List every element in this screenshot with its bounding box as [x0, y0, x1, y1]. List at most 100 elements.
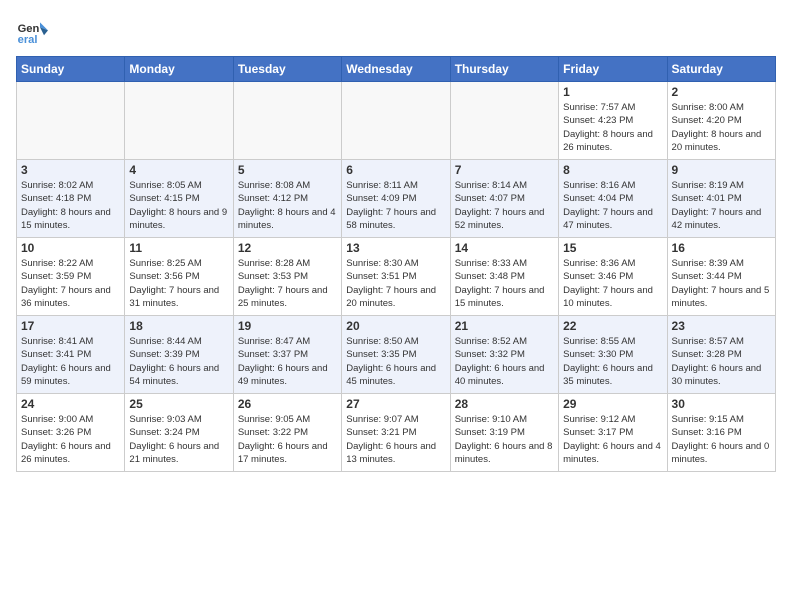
day-detail: Sunrise: 8:00 AM Sunset: 4:20 PM Dayligh… — [672, 101, 771, 154]
logo: Gen eral — [16, 16, 52, 48]
calendar-cell: 9Sunrise: 8:19 AM Sunset: 4:01 PM Daylig… — [667, 160, 775, 238]
day-detail: Sunrise: 8:36 AM Sunset: 3:46 PM Dayligh… — [563, 257, 662, 310]
calendar-cell: 12 Sunrise: 8:28 AM Sunset: 3:53 PM Dayli… — [233, 238, 341, 316]
calendar-body: 1 Sunrise: 7:57 AM Sunset: 4:23 PM Daylig… — [17, 82, 776, 472]
calendar-cell: 14 Sunrise: 8:33 AM Sunset: 3:48 PM Dayli… — [450, 238, 558, 316]
calendar-cell: 17 Sunrise: 8:41 AM Sunset: 3:41 PM Dayli… — [17, 316, 125, 394]
calendar-cell: 30 Sunrise: 9:15 AM Sunset: 3:16 PM Dayli… — [667, 394, 775, 472]
day-number: 22 — [563, 319, 662, 333]
calendar-cell: 2 Sunrise: 8:00 AM Sunset: 4:20 PM Daylig… — [667, 82, 775, 160]
calendar-cell: 5 Sunrise: 8:08 AM Sunset: 4:12 PM Daylig… — [233, 160, 341, 238]
calendar-cell — [233, 82, 341, 160]
calendar-cell: 18 Sunrise: 8:44 AM Sunset: 3:39 PM Dayli… — [125, 316, 233, 394]
day-number: 6 — [346, 163, 445, 177]
day-detail: Sunrise: 9:05 AM Sunset: 3:22 PM Dayligh… — [238, 413, 337, 466]
calendar-cell: 22 Sunrise: 8:55 AM Sunset: 3:30 PM Dayli… — [559, 316, 667, 394]
day-number: 16 — [672, 241, 771, 255]
calendar-cell: 28Sunrise: 9:10 AM Sunset: 3:19 PM Dayli… — [450, 394, 558, 472]
weekday-header-tuesday: Tuesday — [233, 57, 341, 82]
calendar-cell: 26 Sunrise: 9:05 AM Sunset: 3:22 PM Dayli… — [233, 394, 341, 472]
day-number: 20 — [346, 319, 445, 333]
svg-text:Gen: Gen — [18, 23, 40, 35]
day-detail: Sunrise: 8:28 AM Sunset: 3:53 PM Dayligh… — [238, 257, 337, 310]
calendar-week-row: 17 Sunrise: 8:41 AM Sunset: 3:41 PM Dayli… — [17, 316, 776, 394]
calendar-cell: 4Sunrise: 8:05 AM Sunset: 4:15 PM Daylig… — [125, 160, 233, 238]
day-detail: Sunrise: 8:22 AM Sunset: 3:59 PM Dayligh… — [21, 257, 120, 310]
day-detail: Sunrise: 8:08 AM Sunset: 4:12 PM Dayligh… — [238, 179, 337, 232]
day-number: 15 — [563, 241, 662, 255]
day-number: 19 — [238, 319, 337, 333]
day-detail: Sunrise: 8:16 AM Sunset: 4:04 PM Dayligh… — [563, 179, 662, 232]
calendar-cell: 23Sunrise: 8:57 AM Sunset: 3:28 PM Dayli… — [667, 316, 775, 394]
calendar-cell — [125, 82, 233, 160]
day-detail: Sunrise: 8:33 AM Sunset: 3:48 PM Dayligh… — [455, 257, 554, 310]
calendar-week-row: 1 Sunrise: 7:57 AM Sunset: 4:23 PM Daylig… — [17, 82, 776, 160]
day-detail: Sunrise: 9:00 AM Sunset: 3:26 PM Dayligh… — [21, 413, 120, 466]
day-number: 17 — [21, 319, 120, 333]
day-detail: Sunrise: 8:41 AM Sunset: 3:41 PM Dayligh… — [21, 335, 120, 388]
calendar-cell: 10 Sunrise: 8:22 AM Sunset: 3:59 PM Dayli… — [17, 238, 125, 316]
day-detail: Sunrise: 8:39 AM Sunset: 3:44 PM Dayligh… — [672, 257, 771, 310]
weekday-header-sunday: Sunday — [17, 57, 125, 82]
day-detail: Sunrise: 9:03 AM Sunset: 3:24 PM Dayligh… — [129, 413, 228, 466]
day-detail: Sunrise: 9:12 AM Sunset: 3:17 PM Dayligh… — [563, 413, 662, 466]
day-number: 28 — [455, 397, 554, 411]
calendar-cell: 6 Sunrise: 8:11 AM Sunset: 4:09 PM Daylig… — [342, 160, 450, 238]
day-number: 30 — [672, 397, 771, 411]
day-number: 26 — [238, 397, 337, 411]
day-number: 2 — [672, 85, 771, 99]
day-detail: Sunrise: 8:55 AM Sunset: 3:30 PM Dayligh… — [563, 335, 662, 388]
logo-icon: Gen eral — [16, 16, 48, 48]
day-number: 14 — [455, 241, 554, 255]
calendar-week-row: 24 Sunrise: 9:00 AM Sunset: 3:26 PM Dayli… — [17, 394, 776, 472]
weekday-header-wednesday: Wednesday — [342, 57, 450, 82]
day-number: 3 — [21, 163, 120, 177]
calendar-cell — [17, 82, 125, 160]
calendar-cell: 1 Sunrise: 7:57 AM Sunset: 4:23 PM Daylig… — [559, 82, 667, 160]
weekday-header-saturday: Saturday — [667, 57, 775, 82]
day-detail: Sunrise: 7:57 AM Sunset: 4:23 PM Dayligh… — [563, 101, 662, 154]
calendar-cell — [450, 82, 558, 160]
calendar-cell: 19 Sunrise: 8:47 AM Sunset: 3:37 PM Dayli… — [233, 316, 341, 394]
day-number: 12 — [238, 241, 337, 255]
day-detail: Sunrise: 8:47 AM Sunset: 3:37 PM Dayligh… — [238, 335, 337, 388]
calendar-cell: 24 Sunrise: 9:00 AM Sunset: 3:26 PM Dayli… — [17, 394, 125, 472]
day-number: 1 — [563, 85, 662, 99]
day-detail: Sunrise: 8:14 AM Sunset: 4:07 PM Dayligh… — [455, 179, 554, 232]
weekday-header-thursday: Thursday — [450, 57, 558, 82]
day-detail: Sunrise: 8:05 AM Sunset: 4:15 PM Dayligh… — [129, 179, 228, 232]
day-number: 8 — [563, 163, 662, 177]
day-number: 29 — [563, 397, 662, 411]
calendar-table: SundayMondayTuesdayWednesdayThursdayFrid… — [16, 56, 776, 472]
day-detail: Sunrise: 8:02 AM Sunset: 4:18 PM Dayligh… — [21, 179, 120, 232]
day-number: 9 — [672, 163, 771, 177]
calendar-cell: 25 Sunrise: 9:03 AM Sunset: 3:24 PM Dayli… — [125, 394, 233, 472]
day-number: 25 — [129, 397, 228, 411]
day-number: 21 — [455, 319, 554, 333]
calendar-header-row: SundayMondayTuesdayWednesdayThursdayFrid… — [17, 57, 776, 82]
day-detail: Sunrise: 8:52 AM Sunset: 3:32 PM Dayligh… — [455, 335, 554, 388]
day-detail: Sunrise: 8:57 AM Sunset: 3:28 PM Dayligh… — [672, 335, 771, 388]
calendar-week-row: 10 Sunrise: 8:22 AM Sunset: 3:59 PM Dayli… — [17, 238, 776, 316]
calendar-cell: 29 Sunrise: 9:12 AM Sunset: 3:17 PM Dayli… — [559, 394, 667, 472]
day-number: 13 — [346, 241, 445, 255]
day-number: 5 — [238, 163, 337, 177]
calendar-cell: 11Sunrise: 8:25 AM Sunset: 3:56 PM Dayli… — [125, 238, 233, 316]
weekday-header-monday: Monday — [125, 57, 233, 82]
page-header: Gen eral — [16, 16, 776, 48]
calendar-cell: 21 Sunrise: 8:52 AM Sunset: 3:32 PM Dayli… — [450, 316, 558, 394]
day-detail: Sunrise: 8:11 AM Sunset: 4:09 PM Dayligh… — [346, 179, 445, 232]
day-number: 24 — [21, 397, 120, 411]
day-detail: Sunrise: 8:44 AM Sunset: 3:39 PM Dayligh… — [129, 335, 228, 388]
calendar-cell: 7 Sunrise: 8:14 AM Sunset: 4:07 PM Daylig… — [450, 160, 558, 238]
day-number: 18 — [129, 319, 228, 333]
calendar-week-row: 3 Sunrise: 8:02 AM Sunset: 4:18 PM Daylig… — [17, 160, 776, 238]
day-detail: Sunrise: 8:25 AM Sunset: 3:56 PM Dayligh… — [129, 257, 228, 310]
day-number: 10 — [21, 241, 120, 255]
day-detail: Sunrise: 9:15 AM Sunset: 3:16 PM Dayligh… — [672, 413, 771, 466]
calendar-cell: 3 Sunrise: 8:02 AM Sunset: 4:18 PM Daylig… — [17, 160, 125, 238]
calendar-cell: 13Sunrise: 8:30 AM Sunset: 3:51 PM Dayli… — [342, 238, 450, 316]
day-number: 7 — [455, 163, 554, 177]
day-detail: Sunrise: 8:50 AM Sunset: 3:35 PM Dayligh… — [346, 335, 445, 388]
svg-text:eral: eral — [18, 34, 38, 46]
